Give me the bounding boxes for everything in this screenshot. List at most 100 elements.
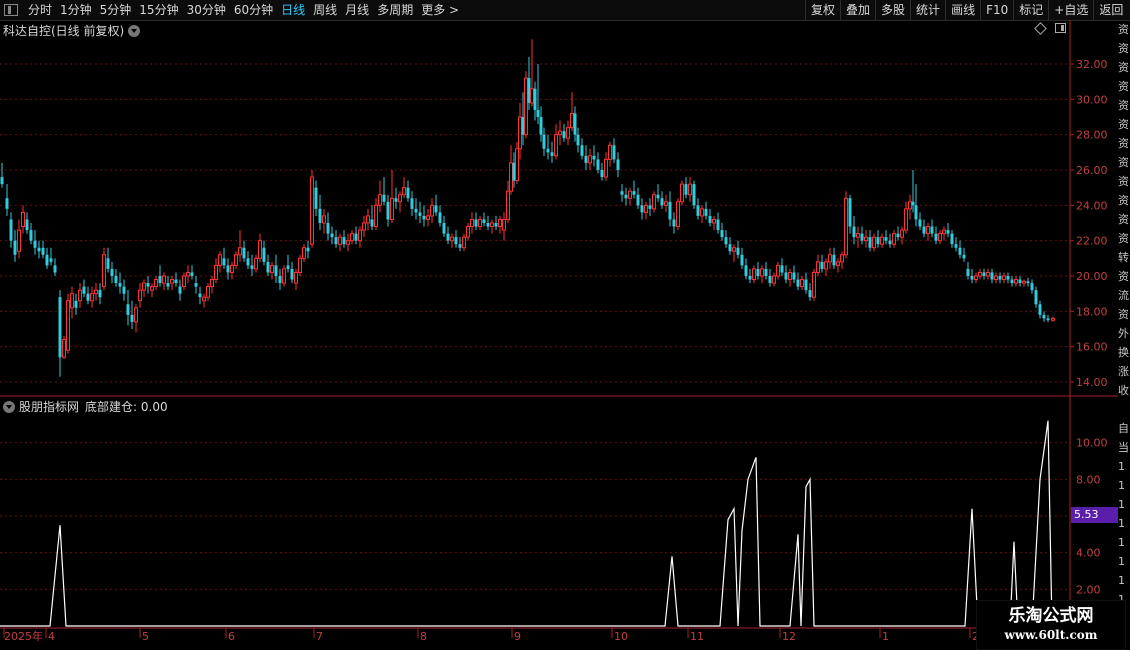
candle-body: [170, 279, 174, 284]
candle-body: [668, 201, 672, 220]
candle-body: [318, 208, 322, 223]
candle-body: [466, 226, 470, 238]
side-item[interactable]: 1: [1118, 495, 1130, 514]
side-item[interactable]: [1118, 400, 1130, 419]
side-item[interactable]: 资: [1118, 134, 1130, 153]
chevron-down-icon[interactable]: [3, 400, 15, 413]
panel-toggle-icon[interactable]: [4, 4, 18, 16]
candle-body: [25, 219, 29, 231]
chevron-down-icon[interactable]: [128, 24, 141, 37]
candle-body: [954, 244, 958, 248]
side-item[interactable]: 自: [1118, 419, 1130, 438]
watermark-line1: 乐淘公式网: [1008, 606, 1094, 626]
side-item[interactable]: 资: [1118, 115, 1130, 134]
candle-body: [430, 204, 434, 217]
candle-body: [604, 158, 608, 178]
candle-body: [904, 208, 908, 231]
candle-body: [41, 247, 45, 255]
diamond-icon[interactable]: [1034, 21, 1047, 35]
side-item[interactable]: 资: [1118, 210, 1130, 229]
side-item[interactable]: 资: [1118, 305, 1130, 324]
tool-button-5[interactable]: F10: [980, 0, 1013, 20]
candle-body: [942, 229, 946, 235]
side-item[interactable]: 1: [1118, 476, 1130, 495]
tool-button-7[interactable]: +自选: [1048, 0, 1093, 20]
side-item[interactable]: 流: [1118, 286, 1130, 305]
side-item[interactable]: 涨: [1118, 362, 1130, 381]
candle-body: [1030, 283, 1034, 291]
side-item[interactable]: 1: [1118, 533, 1130, 552]
watermark: 乐淘公式网 www.60lt.com: [976, 600, 1126, 650]
side-item[interactable]: 转: [1118, 248, 1130, 267]
split-view-icon[interactable]: [1055, 23, 1066, 33]
candle-body: [950, 233, 954, 245]
candle-body: [474, 219, 478, 227]
candle-body: [82, 286, 86, 294]
period-tab-1[interactable]: 1分钟: [56, 0, 96, 20]
side-item[interactable]: 1: [1118, 514, 1130, 533]
side-item[interactable]: 收: [1118, 381, 1130, 400]
side-item[interactable]: 1: [1118, 571, 1130, 590]
tool-button-8[interactable]: 返回: [1093, 0, 1128, 20]
period-tab-5[interactable]: 60分钟: [230, 0, 277, 20]
period-tab-4[interactable]: 30分钟: [183, 0, 230, 20]
price-tick-label: 24.00: [1076, 199, 1108, 212]
period-tab-7[interactable]: 周线: [309, 0, 341, 20]
candle-body: [298, 257, 302, 273]
side-item[interactable]: 资: [1118, 96, 1130, 115]
candle-body: [74, 300, 78, 308]
side-item[interactable]: 外: [1118, 324, 1130, 343]
side-item[interactable]: 资: [1118, 58, 1130, 77]
candle-body: [570, 112, 574, 129]
candle-body: [362, 222, 366, 231]
period-tab-0[interactable]: 分时: [24, 0, 56, 20]
indicator-title: 股朋指标网 底部建仓: 0.00: [3, 398, 168, 415]
stock-title: 科达自控(日线 前复权): [3, 22, 141, 39]
candle-body: [1002, 275, 1006, 281]
period-tab-6[interactable]: 日线: [277, 0, 309, 20]
tool-button-3[interactable]: 统计: [910, 0, 945, 20]
side-item[interactable]: 资: [1118, 172, 1130, 191]
side-item[interactable]: 资: [1118, 20, 1130, 39]
tool-button-0[interactable]: 复权: [805, 0, 840, 20]
period-tab-8[interactable]: 月线: [341, 0, 373, 20]
candle-body: [800, 279, 804, 288]
candle-body: [98, 290, 102, 298]
period-tab-9[interactable]: 多周期: [373, 0, 417, 20]
candle-body: [202, 296, 206, 302]
candle-body: [246, 258, 250, 266]
candle-body: [584, 155, 588, 163]
candle-body: [660, 198, 664, 206]
candle-body: [509, 162, 513, 192]
candle-body: [768, 276, 772, 284]
side-item[interactable]: 资: [1118, 191, 1130, 210]
side-item[interactable]: 资: [1118, 153, 1130, 172]
side-item[interactable]: 1: [1118, 552, 1130, 571]
candle-body: [486, 223, 490, 227]
candle-body: [592, 155, 596, 160]
candle-body: [700, 208, 704, 217]
side-item[interactable]: 资: [1118, 267, 1130, 286]
period-tab-2[interactable]: 5分钟: [96, 0, 136, 20]
candle-body: [752, 268, 756, 281]
candle-body: [868, 237, 872, 248]
tool-button-1[interactable]: 叠加: [840, 0, 875, 20]
candle-body: [438, 212, 442, 223]
side-item[interactable]: 1: [1118, 457, 1130, 476]
period-tab-10[interactable]: 更多 >: [417, 0, 463, 20]
tool-button-2[interactable]: 多股: [875, 0, 910, 20]
side-panel-strip[interactable]: 资资资资资资资资资资资资转资流资外换涨收自当11111111111: [1118, 20, 1130, 650]
candle-body: [182, 275, 186, 288]
side-item[interactable]: 换: [1118, 343, 1130, 362]
tool-button-4[interactable]: 画线: [945, 0, 980, 20]
side-item[interactable]: 当: [1118, 438, 1130, 457]
side-item[interactable]: 资: [1118, 77, 1130, 96]
candle-body: [515, 148, 519, 182]
candle-body: [86, 293, 90, 301]
tool-button-6[interactable]: 标记: [1013, 0, 1048, 20]
side-item[interactable]: 资: [1118, 229, 1130, 248]
candle-body: [45, 254, 49, 266]
side-item[interactable]: 资: [1118, 39, 1130, 58]
candle-body: [506, 190, 510, 220]
period-tab-3[interactable]: 15分钟: [135, 0, 182, 20]
